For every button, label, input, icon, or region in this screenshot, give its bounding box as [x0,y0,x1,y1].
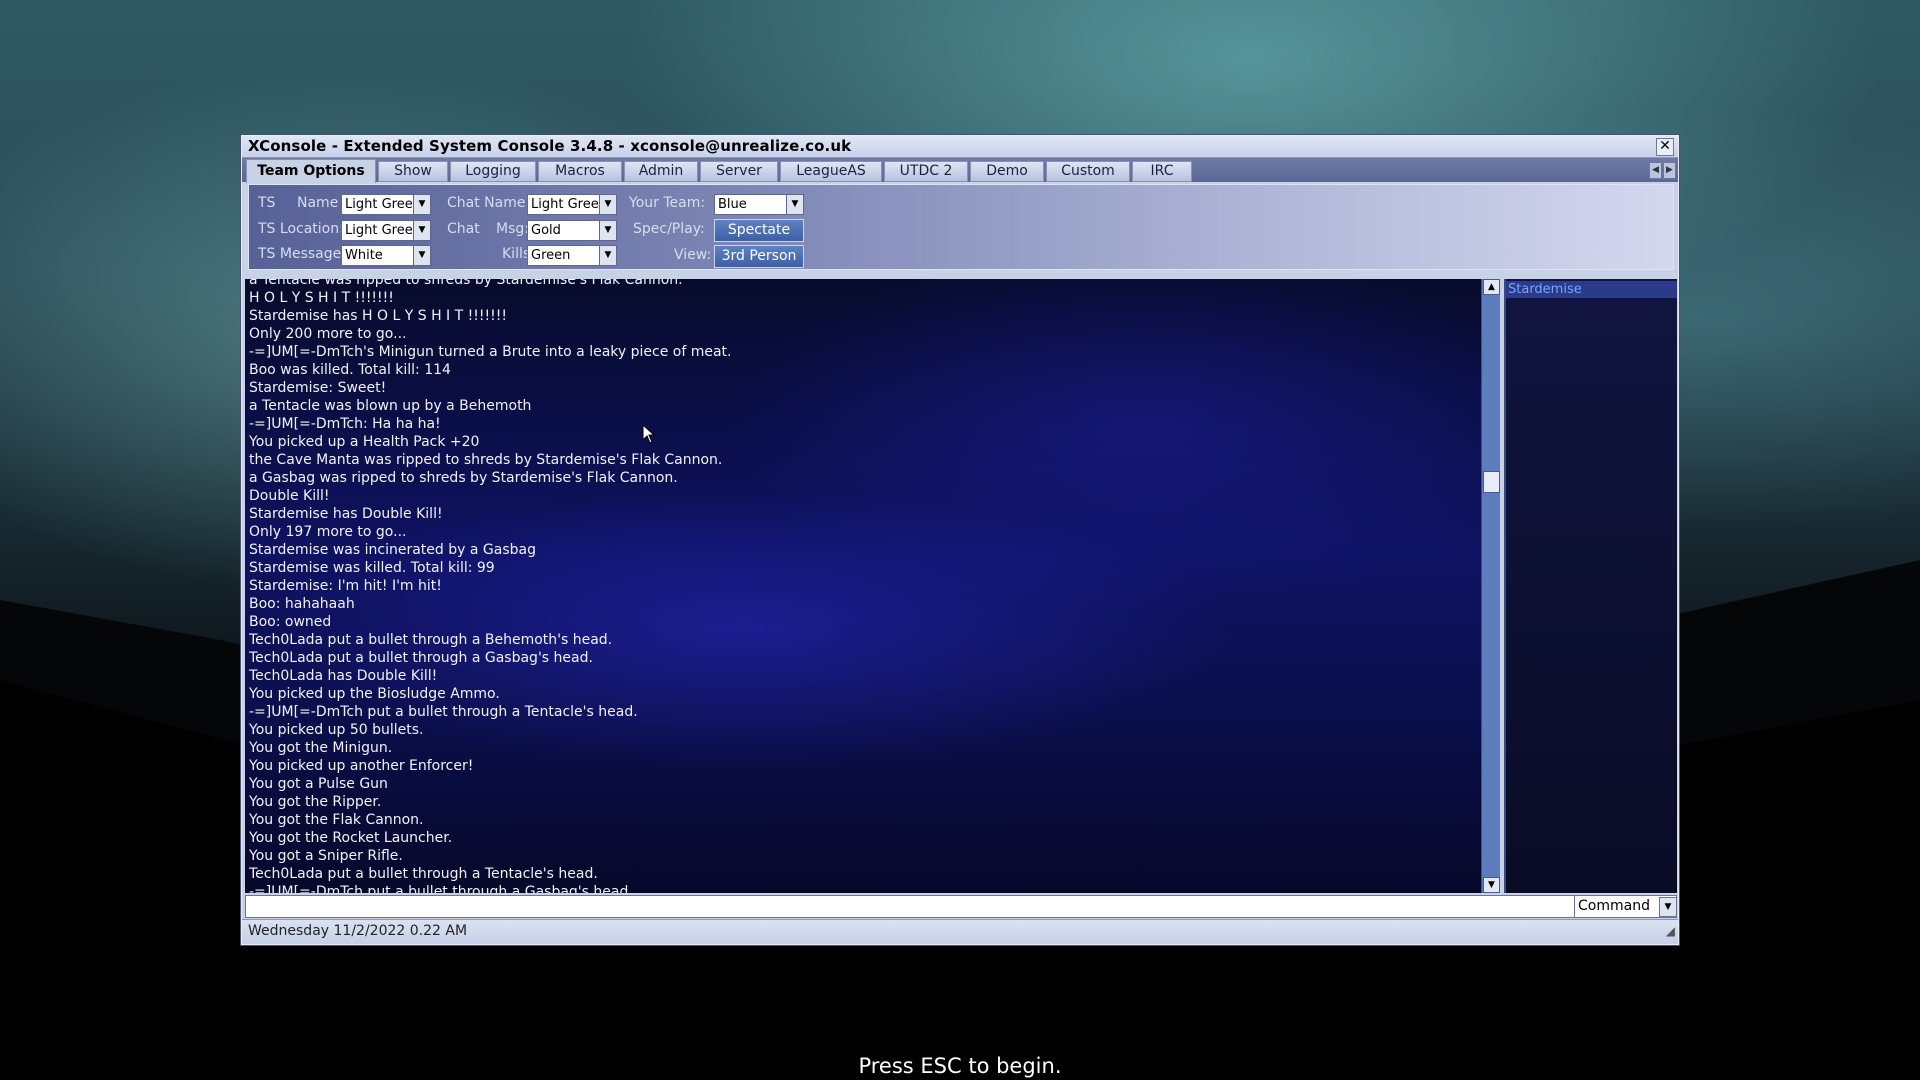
log-scrollbar[interactable]: ▲ ▼ [1481,279,1500,893]
log-line: Tech0Lada has Double Kill! [249,668,438,684]
mouse-cursor-icon [642,424,656,444]
log-line: Stardemise was incinerated by a Gasbag [249,542,536,558]
chevron-down-icon: ▼ [599,195,616,214]
command-mode-select[interactable]: Command ▼ [1574,896,1677,917]
command-input[interactable] [246,896,1574,917]
log-line: You got the Rocket Launcher. [249,830,453,846]
log-line: You got the Flak Cannon. [249,812,424,828]
log-line: You got a Sniper Rifle. [249,848,403,864]
chevron-down-icon: ▼ [413,246,430,265]
chevron-down-icon: ▼ [413,195,430,214]
log-line: -=]UM[=-DmTch put a bullet through a Gas… [249,884,633,893]
tab-irc[interactable]: IRC [1132,161,1192,182]
kills-label: Kills [502,246,531,262]
log-line: You got the Minigun. [249,740,393,756]
tab-scroll-left-icon[interactable]: ◀ [1649,162,1662,179]
log-line: a Gasbag was ripped to shreds by Stardem… [249,470,678,486]
scroll-thumb[interactable] [1483,471,1500,493]
player-item[interactable]: Stardemise [1506,281,1677,298]
log-line: Only 200 more to go... [249,326,407,342]
log-line: Boo was killed. Total kill: 114 [249,362,451,378]
tab-logging[interactable]: Logging [450,161,536,182]
log-line: Tech0Lada put a bullet through a Behemot… [249,632,613,648]
log-line: a Tentacle was blown up by a Behemoth [249,398,532,414]
log-line: -=]UM[=-DmTch: Ha ha ha! [249,416,441,432]
log-line: Stardemise has H O L Y S H I T !!!!!!! [249,308,507,324]
tab-demo[interactable]: Demo [970,161,1044,182]
chevron-down-icon: ▼ [599,246,616,265]
status-bar: Wednesday 11/2/2022 0.22 AM ◢ [242,919,1678,944]
log-line: You picked up the Biosludge Ammo. [249,686,500,702]
chat-msg-select[interactable]: Gold ▼ [527,220,617,241]
kills-select[interactable]: Green ▼ [527,245,617,266]
log-line: You picked up a Health Pack +20 [249,434,480,450]
log-line: You got the Ripper. [249,794,382,810]
resize-grip-icon[interactable]: ◢ [1666,920,1675,942]
your-team-select[interactable]: Blue ▼ [714,194,804,215]
log-line: the Cave Manta was ripped to shreds by S… [249,452,723,468]
tab-leagueas[interactable]: LeagueAS [780,161,882,182]
chat-name-label: Chat Name: [447,195,531,211]
chevron-down-icon: ▼ [599,221,616,240]
log-line: -=]UM[=-DmTch put a bullet through a Ten… [249,704,638,720]
ts-location-select[interactable]: Light Green ▼ [341,220,431,241]
chevron-down-icon: ▼ [1659,897,1677,917]
close-icon: ✕ [1659,138,1671,154]
tab-macros[interactable]: Macros [538,161,622,182]
log-line-partial: a Tentacle was ripped to shreds by Stard… [249,279,683,288]
log-line: You picked up another Enforcer! [249,758,474,774]
scroll-down-icon[interactable]: ▼ [1483,877,1500,893]
log-line: Stardemise was killed. Total kill: 99 [249,560,495,576]
console-log[interactable]: a Tentacle was ripped to shreds by Stard… [245,279,1481,893]
window-title: XConsole - Extended System Console 3.4.8… [248,137,852,155]
log-line: Stardemise: Sweet! [249,380,387,396]
log-line: Boo: hahahaah [249,596,355,612]
ts-location-label: TS Location: [258,221,344,237]
msg-label: Msg: [496,221,529,237]
ts-message-label: TS Message: [258,246,346,262]
log-line: You picked up 50 bullets. [249,722,424,738]
tab-scroll-right-icon[interactable]: ▶ [1663,162,1676,179]
xconsole-window: XConsole - Extended System Console 3.4.8… [241,135,1679,945]
log-line: Boo: owned [249,614,332,630]
close-button[interactable]: ✕ [1656,138,1674,156]
chevron-down-icon: ▼ [413,221,430,240]
log-line: Stardemise: I'm hit! I'm hit! [249,578,442,594]
tab-show[interactable]: Show [378,161,448,182]
log-line: Tech0Lada put a bullet through a Tentacl… [249,866,598,882]
view-button[interactable]: 3rd Person [714,245,804,268]
log-line: -=]UM[=-DmTch's Minigun turned a Brute i… [249,344,732,360]
ts-name-select[interactable]: Light Green ▼ [341,194,431,215]
title-bar[interactable]: XConsole - Extended System Console 3.4.8… [242,136,1678,158]
your-team-label: Your Team: [629,195,706,211]
spectate-button[interactable]: Spectate [714,219,804,242]
ts-message-select[interactable]: White ▼ [341,245,431,266]
chat-label: Chat [447,221,480,237]
name-label: Name [297,195,339,211]
press-esc-prompt: Press ESC to begin. [858,1054,1062,1078]
log-line: Only 197 more to go... [249,524,407,540]
tab-utdc2[interactable]: UTDC 2 [884,161,968,182]
chat-name-select[interactable]: Light Green ▼ [527,194,617,215]
scroll-up-icon[interactable]: ▲ [1483,279,1500,295]
tab-custom[interactable]: Custom [1046,161,1130,182]
log-line: Double Kill! [249,488,330,504]
tab-team-options[interactable]: Team Options [246,159,376,183]
status-datetime: Wednesday 11/2/2022 0.22 AM [248,923,468,939]
tab-server[interactable]: Server [700,161,778,182]
view-label: View: [674,247,712,263]
chevron-down-icon: ▼ [786,195,803,214]
team-options-panel: TS Name Light Green ▼ TS Location: Light … [248,184,1674,270]
log-line: Tech0Lada put a bullet through a Gasbag'… [249,650,593,666]
log-line: You got a Pulse Gun [249,776,388,792]
log-line: Stardemise has Double Kill! [249,506,443,522]
player-list: Stardemise [1504,279,1677,893]
ts-label: TS [258,195,276,211]
log-line: H O L Y S H I T !!!!!!! [249,290,394,306]
command-bar: Command ▼ [245,895,1677,918]
tab-bar: Team Options Show Logging Macros Admin S… [242,158,1678,183]
tab-admin[interactable]: Admin [624,161,698,182]
spec-play-label: Spec/Play: [633,221,705,237]
